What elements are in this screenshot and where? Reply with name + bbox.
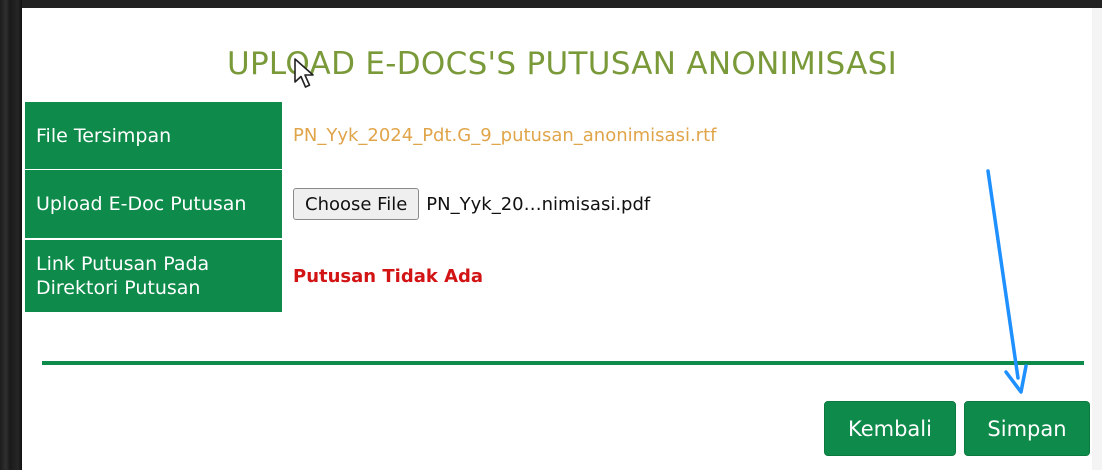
upload-dialog: UPLOAD E-DOCS'S PUTUSAN ANONIMISASI File… — [22, 8, 1102, 470]
choose-file-button[interactable]: Choose File — [293, 188, 420, 220]
form-row-file-tersimpan: File Tersimpan PN_Yyk_2024_Pdt.G_9_putus… — [25, 102, 1065, 169]
mouse-pointer-icon — [294, 58, 314, 88]
label-file-tersimpan: File Tersimpan — [25, 102, 282, 169]
label-upload-edoc: Upload E-Doc Putusan — [25, 170, 282, 238]
dialog-title: UPLOAD E-DOCS'S PUTUSAN ANONIMISASI — [226, 46, 898, 82]
label-link-putusan-line1: Link Putusan Pada — [36, 253, 210, 275]
chosen-file-name: PN_Yyk_20…nimisasi.pdf — [426, 193, 651, 215]
save-button[interactable]: Simpan — [964, 401, 1090, 456]
modal-edge — [1092, 8, 1102, 470]
backdrop-top — [0, 0, 1102, 8]
file-input[interactable]: Choose File PN_Yyk_20…nimisasi.pdf — [293, 170, 650, 238]
form-row-upload-edoc: Upload E-Doc Putusan Choose File PN_Yyk_… — [25, 170, 1065, 238]
saved-file-link[interactable]: PN_Yyk_2024_Pdt.G_9_putusan_anonimisasi.… — [293, 102, 716, 169]
backdrop-strip — [0, 0, 22, 470]
label-link-putusan-line2: Direktori Putusan — [36, 277, 201, 299]
footer-divider — [42, 361, 1084, 365]
back-button[interactable]: Kembali — [824, 401, 956, 456]
form-row-link-putusan: Link Putusan Pada Direktori Putusan Putu… — [25, 240, 1065, 312]
label-link-putusan: Link Putusan Pada Direktori Putusan — [25, 240, 282, 312]
link-status: Putusan Tidak Ada — [293, 265, 484, 287]
